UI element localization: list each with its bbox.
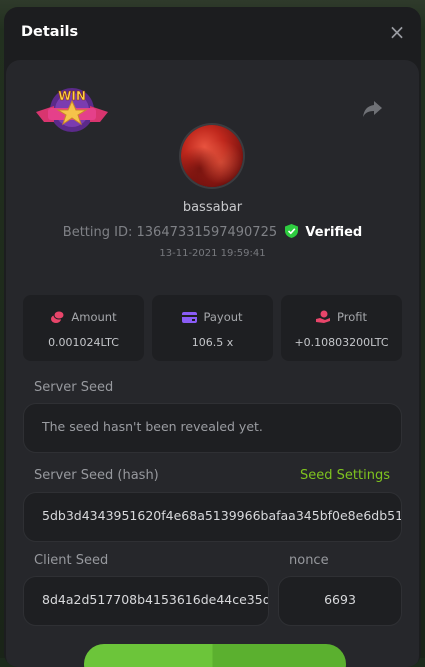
avatar <box>181 125 243 187</box>
share-icon[interactable] <box>361 98 383 120</box>
close-button[interactable]: × <box>388 22 406 42</box>
stat-label: Payout <box>203 310 243 324</box>
betting-id-value: 13647331597490725 <box>136 225 278 240</box>
client-seed-label: Client Seed <box>34 553 109 568</box>
stat-payout: Payout 106.5 x <box>152 295 273 361</box>
wallet-icon <box>182 312 198 323</box>
seed-settings-link[interactable]: Seed Settings <box>300 468 390 483</box>
verified-label: Verified <box>305 225 363 240</box>
verify-button[interactable] <box>84 644 346 667</box>
stat-value: +0.10803200LTC <box>294 336 389 349</box>
server-seed-hash-field[interactable]: 5db3d4343951620f4e68a5139966bafaa345bf0e… <box>23 492 402 542</box>
nonce-label: nonce <box>289 553 329 568</box>
profit-hand-icon <box>316 310 330 323</box>
server-seed-label: Server Seed <box>34 380 114 395</box>
server-seed-hash-label: Server Seed (hash) <box>34 468 159 483</box>
stat-label: Amount <box>71 310 117 324</box>
betting-id-line: Betting ID: 13647331597490725 Verified <box>6 224 419 240</box>
stat-amount: Amount 0.001024LTC <box>23 295 144 361</box>
username: bassabar <box>182 200 243 215</box>
verified-shield-icon <box>285 224 299 238</box>
stat-value: 106.5 x <box>191 336 234 349</box>
modal-title: Details <box>21 24 79 40</box>
bet-date: 13-11-2021 19:59:41 <box>159 248 266 259</box>
betting-id-label: Betting ID: <box>62 225 133 240</box>
coins-icon <box>51 310 65 323</box>
stat-value: 0.001024LTC <box>48 336 119 349</box>
stat-profit: Profit +0.10803200LTC <box>281 295 402 361</box>
server-seed-field[interactable]: The seed hasn't been revealed yet. <box>23 403 402 453</box>
client-seed-field[interactable]: 8d4a2d517708b4153616de44ce35d <box>23 576 269 626</box>
stat-label: Profit <box>337 310 367 324</box>
bet-details-card: WIN bassabar Betting ID: 136473315974907… <box>6 60 419 667</box>
nonce-field[interactable]: 6693 <box>278 576 402 626</box>
win-badge-icon: WIN <box>36 88 108 132</box>
win-badge-text: WIN <box>58 89 86 103</box>
details-modal: Details × WIN bassabar Betting ID: 13647… <box>4 7 421 667</box>
